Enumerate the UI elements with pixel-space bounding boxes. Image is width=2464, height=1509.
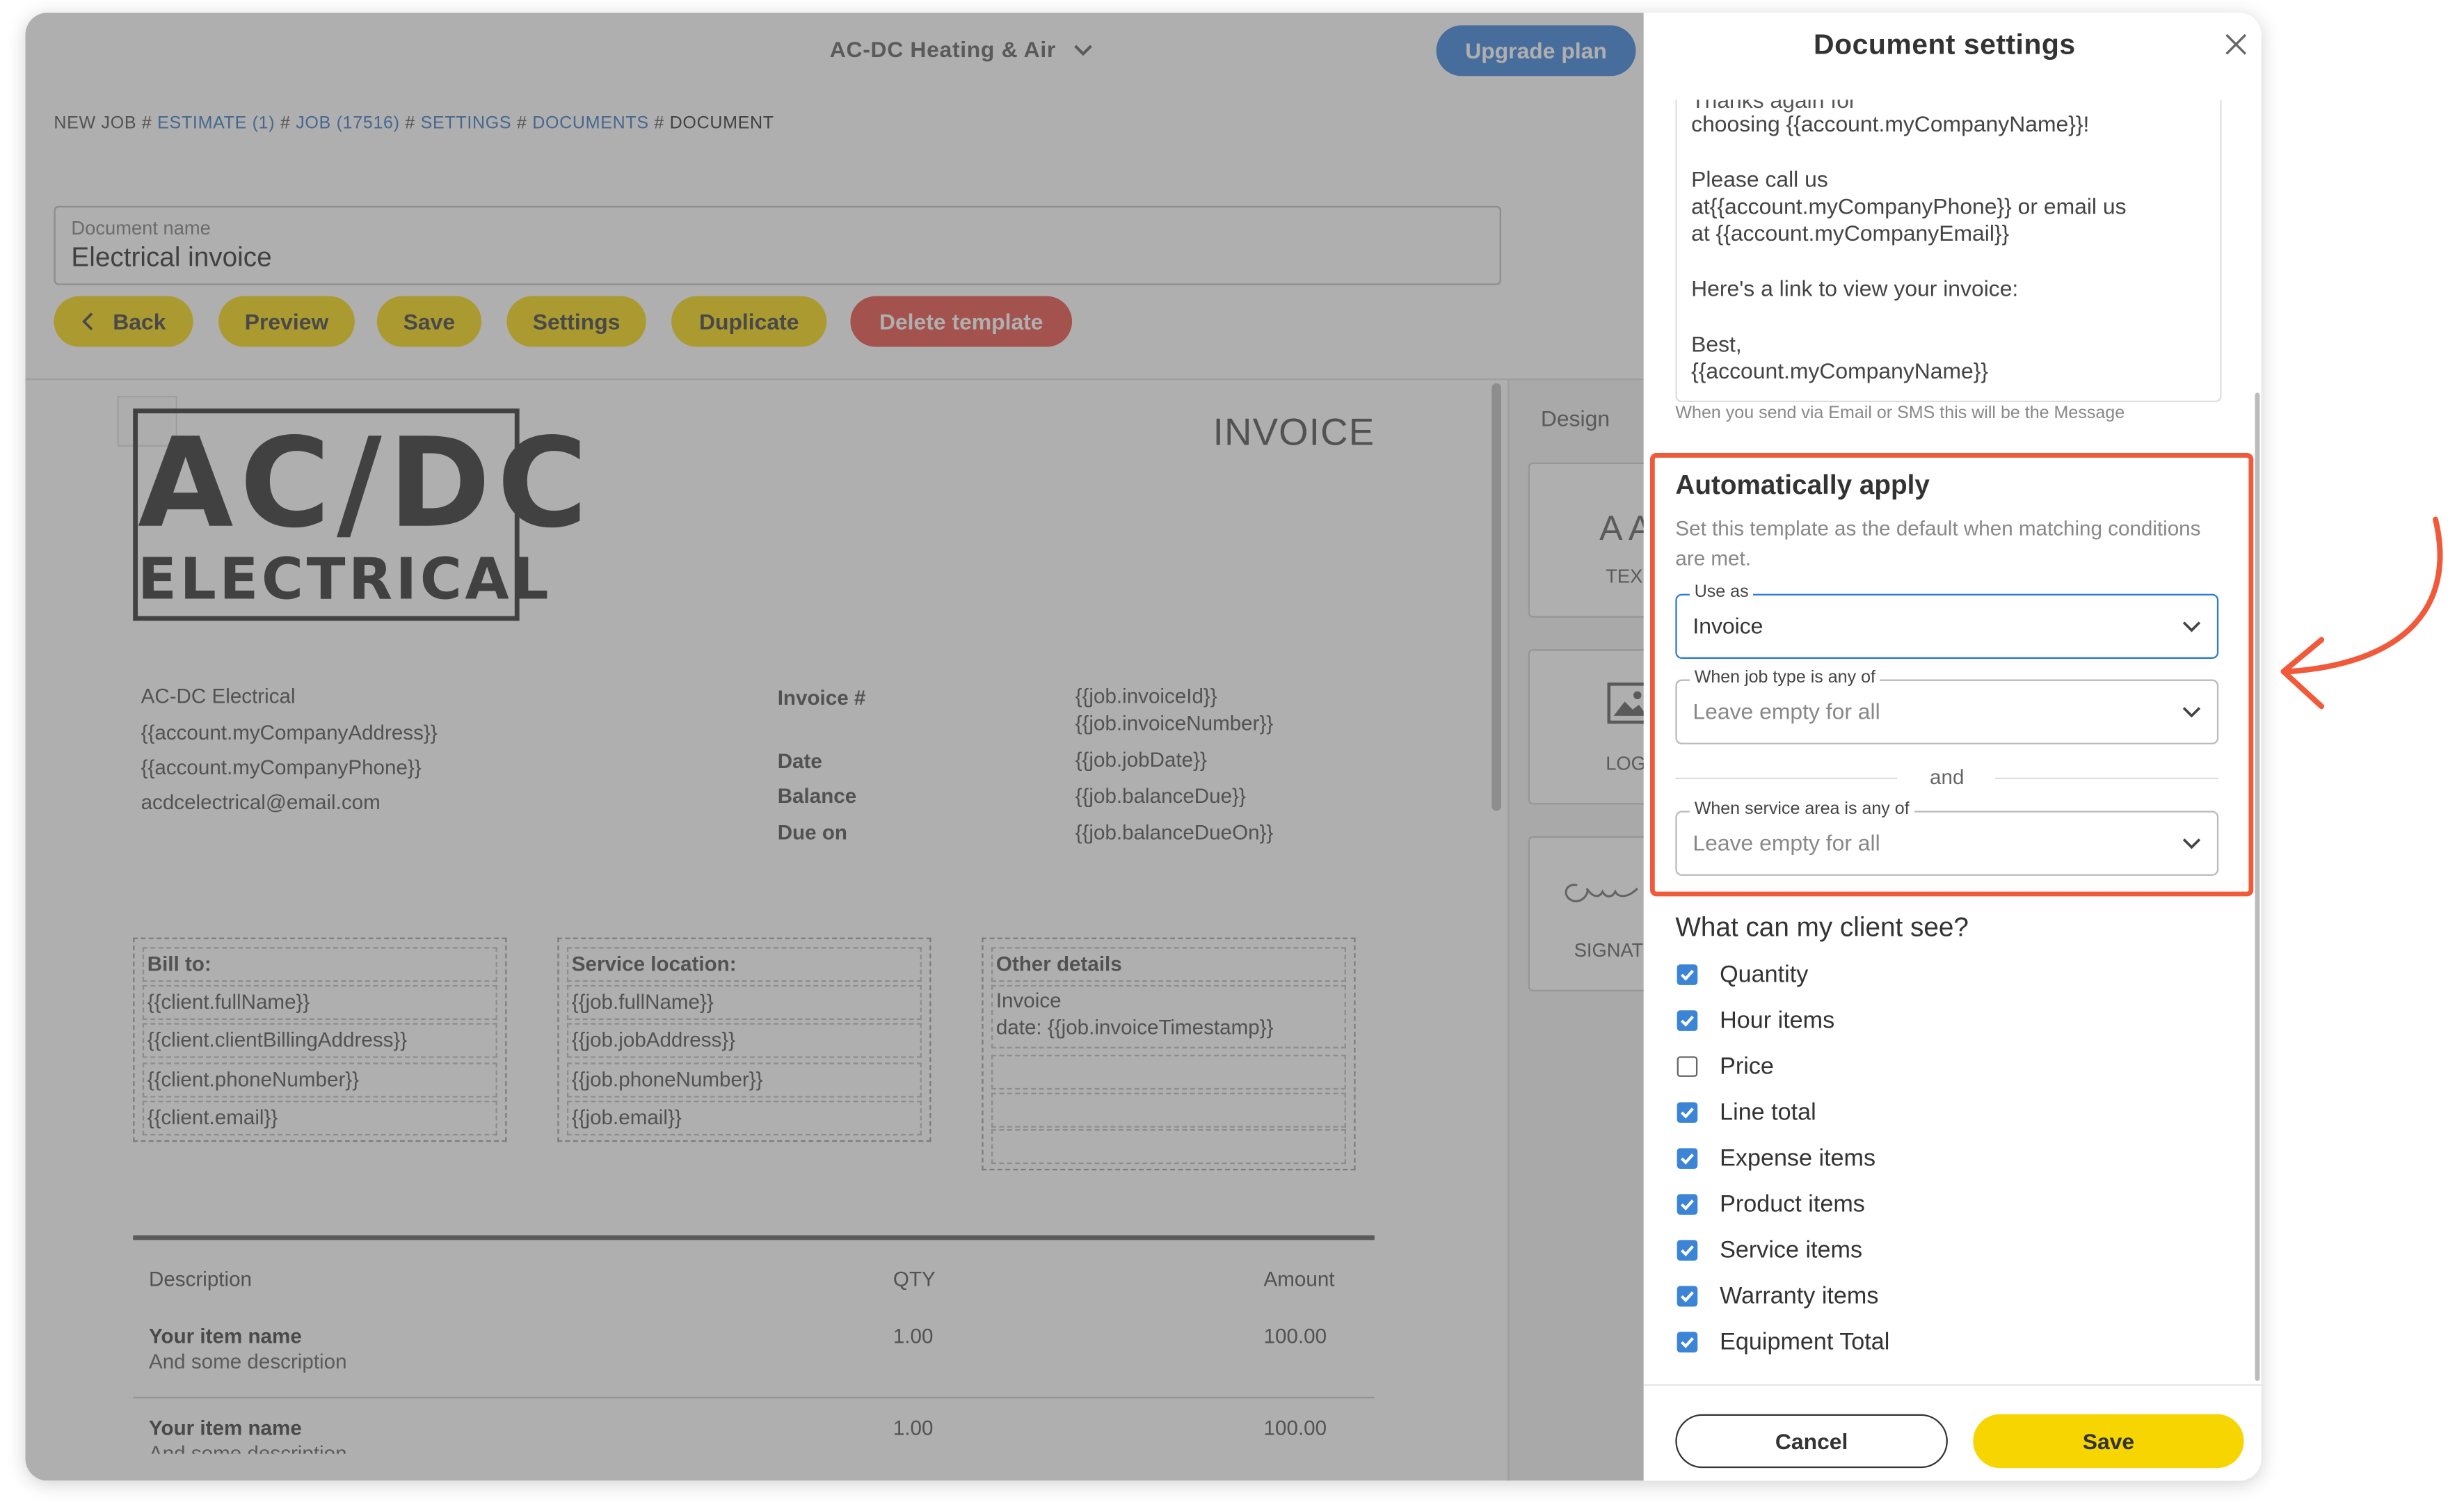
visibility-option-label: Product items (1720, 1190, 1865, 1218)
checkbox-checked-icon[interactable] (1677, 1102, 1698, 1123)
visibility-option-label: Hour items (1720, 1007, 1835, 1035)
message-hint: When you send via Email or SMS this will… (1675, 404, 2125, 423)
message-line: Please call us (1691, 166, 1828, 192)
job-type-select[interactable]: When job type is any of Leave empty for … (1675, 668, 2219, 744)
chevron-down-icon (2182, 838, 2201, 849)
service-area-label: When service area is any of (1689, 799, 1914, 819)
checkmark-icon (1681, 1291, 1694, 1302)
job-type-placeholder: Leave empty for all (1693, 698, 1880, 724)
use-as-value: Invoice (1693, 612, 1763, 639)
save-button[interactable]: Save (1973, 1414, 2244, 1469)
chevron-down-icon (2182, 621, 2201, 632)
checkmark-icon (1681, 1245, 1694, 1256)
checkbox-checked-icon[interactable] (1677, 1332, 1698, 1353)
panel-scrollbar[interactable] (2255, 392, 2260, 1381)
job-type-label: When job type is any of (1689, 668, 1880, 687)
checkbox-checked-icon[interactable] (1677, 1286, 1698, 1307)
panel-footer-divider (1643, 1384, 2262, 1386)
checkmark-icon (1681, 1337, 1694, 1348)
visibility-option-label: Service items (1720, 1236, 1863, 1264)
visibility-option-label: Warranty items (1720, 1282, 1879, 1310)
client-visibility-title: What can my client see? (1675, 912, 1969, 943)
chevron-down-icon (2182, 707, 2201, 718)
screenshot-stage: AC-DC Heating & Air Upgrade plan NEW JOB… (0, 0, 2464, 1508)
document-settings-panel: Document settings Thanks again for choos… (1643, 13, 2262, 1481)
message-textarea[interactable]: Thanks again for choosing {{account.myCo… (1675, 99, 2222, 403)
checkbox-unchecked-icon[interactable] (1677, 1056, 1698, 1077)
message-line: at{{account.myCompanyPhone}} or email us (1691, 193, 2127, 219)
close-icon[interactable] (2220, 29, 2252, 61)
message-line: Best, (1691, 330, 1742, 357)
visibility-option-label: Expense items (1720, 1144, 1876, 1172)
visibility-option-label: Equipment Total (1720, 1328, 1890, 1356)
message-line: {{account.myCompanyName}} (1691, 358, 1989, 383)
auto-apply-title: Automatically apply (1675, 470, 1930, 501)
checkbox-checked-icon[interactable] (1677, 1010, 1698, 1031)
checkbox-checked-icon[interactable] (1677, 1148, 1698, 1169)
checkmark-icon (1681, 970, 1694, 981)
service-area-placeholder: Leave empty for all (1693, 829, 1880, 856)
checkbox-checked-icon[interactable] (1677, 964, 1698, 985)
message-line: Here's a link to view your invoice: (1691, 276, 2019, 301)
message-line: choosing {{account.myCompanyName}}! (1691, 111, 2090, 136)
app-window: AC-DC Heating & Air Upgrade plan NEW JOB… (25, 13, 2262, 1481)
panel-title: Document settings (1814, 28, 2076, 61)
visibility-option-label: Quantity (1720, 961, 1809, 989)
cancel-button[interactable]: Cancel (1675, 1414, 1948, 1469)
use-as-label: Use as (1689, 582, 1754, 602)
curved-arrow-icon (2280, 516, 2443, 710)
modal-backdrop[interactable] (25, 13, 1644, 1481)
service-area-select[interactable]: When service area is any of Leave empty … (1675, 799, 2219, 876)
and-label: and (1930, 765, 1965, 789)
checkmark-icon (1681, 1199, 1694, 1211)
checkbox-checked-icon[interactable] (1677, 1194, 1698, 1215)
use-as-select[interactable]: Use as Invoice (1675, 582, 2219, 659)
and-divider-right (1995, 777, 2219, 779)
checkmark-icon (1681, 1108, 1694, 1119)
checkbox-checked-icon[interactable] (1677, 1240, 1698, 1261)
checkmark-icon (1681, 1016, 1694, 1027)
message-line: at {{account.myCompanyEmail}} (1691, 220, 2010, 246)
checkmark-icon (1681, 1153, 1694, 1165)
visibility-option-label: Line total (1720, 1099, 1816, 1126)
visibility-option-label: Price (1720, 1053, 1774, 1080)
auto-apply-description: Set this template as the default when ma… (1675, 516, 2201, 570)
document-editor: AC-DC Heating & Air Upgrade plan NEW JOB… (25, 13, 1644, 1481)
